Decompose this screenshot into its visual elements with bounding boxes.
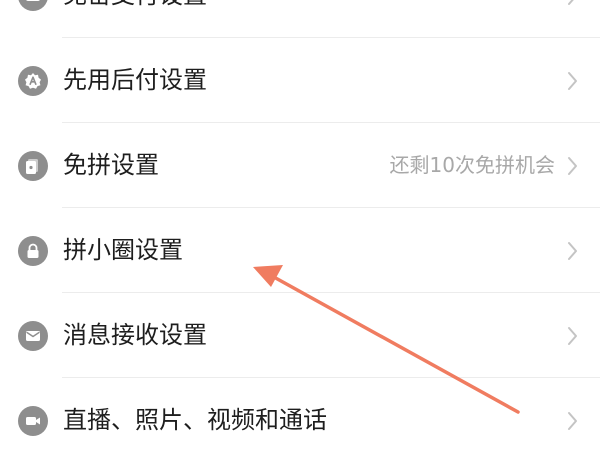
chevron-right-icon (562, 410, 582, 432)
settings-item-label: 免拼设置 (63, 151, 159, 179)
chevron-right-icon (562, 240, 582, 262)
badge-a-icon (18, 66, 48, 96)
settings-item-message-receive[interactable]: 消息接收设置 (0, 293, 600, 378)
lock-icon (18, 236, 48, 266)
chevron-right-icon (562, 0, 582, 7)
settings-item-live-photo-video-call[interactable]: 直播、照片、视频和通话 (0, 378, 600, 463)
settings-item-label: 拼小圈设置 (63, 236, 183, 264)
chevron-right-icon (562, 155, 582, 177)
settings-item-password-free-payment[interactable]: 免密支付设置 (0, 0, 600, 38)
card-icon (18, 151, 48, 181)
settings-item-group-free[interactable]: 免拼设置 还剩10次免拼机会 (0, 123, 600, 208)
chevron-right-icon (562, 70, 582, 92)
settings-item-label: 直播、照片、视频和通话 (63, 406, 327, 434)
settings-item-label: 先用后付设置 (63, 66, 207, 94)
remaining-count-text: 还剩10次免拼机会 (389, 153, 555, 177)
wallet-icon (18, 0, 48, 11)
settings-item-label: 消息接收设置 (63, 321, 207, 349)
chevron-right-icon (562, 325, 582, 347)
video-icon (18, 406, 48, 436)
settings-list: 免密支付设置 先用后付设置 免拼设置 还剩10次免拼机会 (0, 0, 600, 463)
settings-item-pay-later[interactable]: 先用后付设置 (0, 38, 600, 123)
message-icon (18, 321, 48, 351)
settings-item-pinxiaoquan[interactable]: 拼小圈设置 (0, 208, 600, 293)
settings-item-label: 免密支付设置 (63, 0, 207, 38)
